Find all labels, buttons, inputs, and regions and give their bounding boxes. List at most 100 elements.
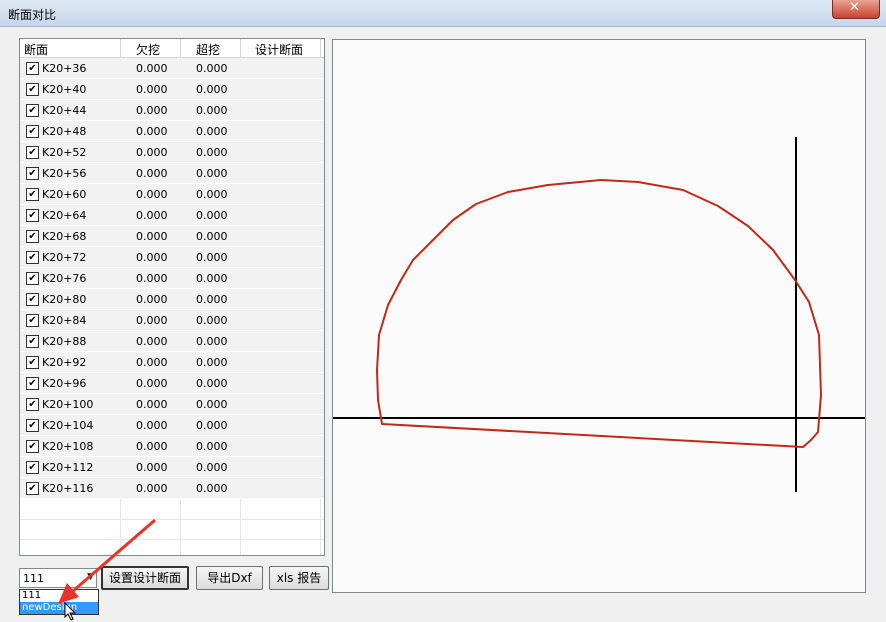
cell-under-value: 0.000 [136, 272, 168, 285]
row-checkbox[interactable]: ✔ [26, 251, 39, 264]
row-checkbox[interactable]: ✔ [26, 461, 39, 474]
chevron-down-icon[interactable]: ▼ [87, 572, 94, 582]
design-select[interactable]: 111 ▼ [19, 568, 97, 588]
window-title: 断面对比 [8, 8, 57, 22]
cell-over-value: 0.000 [196, 188, 228, 201]
row-checkbox[interactable]: ✔ [26, 230, 39, 243]
table-row[interactable]: ✔ K20+76 0.000 0.000 [20, 268, 324, 289]
grid-line [320, 499, 321, 555]
table-row[interactable]: ✔ K20+64 0.000 0.000 [20, 205, 324, 226]
table-row[interactable]: ✔ K20+108 0.000 0.000 [20, 436, 324, 457]
dropdown-option-selected[interactable]: newDesign [20, 602, 98, 614]
row-checkbox[interactable]: ✔ [26, 272, 39, 285]
cell-section-name: K20+92 [42, 356, 87, 369]
cell-under-value: 0.000 [136, 335, 168, 348]
cell-under-value: 0.000 [136, 419, 168, 432]
row-checkbox[interactable]: ✔ [26, 293, 39, 306]
header-divider [120, 39, 121, 57]
cell-over-value: 0.000 [196, 398, 228, 411]
row-checkbox[interactable]: ✔ [26, 209, 39, 222]
table-row[interactable]: ✔ K20+40 0.000 0.000 [20, 79, 324, 100]
row-checkbox[interactable]: ✔ [26, 314, 39, 327]
set-design-section-button[interactable]: 设置设计断面 [101, 566, 189, 590]
table-row[interactable]: ✔ K20+112 0.000 0.000 [20, 457, 324, 478]
cell-under-value: 0.000 [136, 209, 168, 222]
table-row[interactable]: ✔ K20+84 0.000 0.000 [20, 310, 324, 331]
section-table: 断面 欠挖 超挖 设计断面 ✔ K20+36 0.000 0.000 ✔ K20+40 0.… [19, 38, 325, 556]
dialog-client: 断面 欠挖 超挖 设计断面 ✔ K20+36 0.000 0.000 ✔ K20+40 0.… [8, 27, 878, 621]
cell-over-value: 0.000 [196, 104, 228, 117]
table-row[interactable]: ✔ K20+44 0.000 0.000 [20, 100, 324, 121]
cell-under-value: 0.000 [136, 125, 168, 138]
cell-section-name: K20+48 [42, 125, 87, 138]
section-plot-canvas [333, 137, 865, 492]
cell-over-value: 0.000 [196, 251, 228, 264]
row-checkbox[interactable]: ✔ [26, 356, 39, 369]
cell-over-value: 0.000 [196, 440, 228, 453]
grid-line [120, 499, 121, 555]
row-checkbox[interactable]: ✔ [26, 146, 39, 159]
export-dxf-button[interactable]: 导出Dxf [196, 566, 263, 590]
table-header: 断面 欠挖 超挖 设计断面 [20, 39, 324, 58]
row-checkbox[interactable]: ✔ [26, 335, 39, 348]
row-checkbox[interactable]: ✔ [26, 377, 39, 390]
design-select-value: 111 [23, 572, 44, 585]
row-checkbox[interactable]: ✔ [26, 419, 39, 432]
grid-line [20, 519, 324, 520]
cell-section-name: K20+52 [42, 146, 87, 159]
table-row[interactable]: ✔ K20+52 0.000 0.000 [20, 142, 324, 163]
cell-under-value: 0.000 [136, 398, 168, 411]
header-section[interactable]: 断面 [24, 41, 48, 58]
xls-report-button[interactable]: xls 报告 [269, 566, 329, 590]
header-design[interactable]: 设计断面 [255, 41, 303, 58]
dropdown-option[interactable]: 111 [20, 590, 98, 602]
row-checkbox[interactable]: ✔ [26, 440, 39, 453]
header-under[interactable]: 欠挖 [136, 41, 160, 58]
cell-section-name: K20+68 [42, 230, 87, 243]
table-row[interactable]: ✔ K20+80 0.000 0.000 [20, 289, 324, 310]
table-row[interactable]: ✔ K20+96 0.000 0.000 [20, 373, 324, 394]
section-plot[interactable] [332, 39, 866, 593]
table-row[interactable]: ✔ K20+56 0.000 0.000 [20, 163, 324, 184]
row-checkbox[interactable]: ✔ [26, 104, 39, 117]
table-row[interactable]: ✔ K20+92 0.000 0.000 [20, 352, 324, 373]
row-checkbox[interactable]: ✔ [26, 167, 39, 180]
header-divider [240, 39, 241, 57]
close-button[interactable]: ✕ [832, 0, 880, 19]
table-row[interactable]: ✔ K20+36 0.000 0.000 [20, 58, 324, 79]
cell-section-name: K20+80 [42, 293, 87, 306]
row-checkbox[interactable]: ✔ [26, 398, 39, 411]
table-row[interactable]: ✔ K20+104 0.000 0.000 [20, 415, 324, 436]
row-checkbox[interactable]: ✔ [26, 482, 39, 495]
table-row[interactable]: ✔ K20+60 0.000 0.000 [20, 184, 324, 205]
cell-over-value: 0.000 [196, 314, 228, 327]
cell-over-value: 0.000 [196, 125, 228, 138]
cell-section-name: K20+60 [42, 188, 87, 201]
cell-under-value: 0.000 [136, 377, 168, 390]
table-row[interactable]: ✔ K20+100 0.000 0.000 [20, 394, 324, 415]
table-row[interactable]: ✔ K20+72 0.000 0.000 [20, 247, 324, 268]
cell-over-value: 0.000 [196, 356, 228, 369]
table-row[interactable]: ✔ K20+68 0.000 0.000 [20, 226, 324, 247]
cell-under-value: 0.000 [136, 167, 168, 180]
tunnel-profile-curve [376, 179, 822, 448]
cell-under-value: 0.000 [136, 62, 168, 75]
cell-over-value: 0.000 [196, 209, 228, 222]
row-checkbox[interactable]: ✔ [26, 62, 39, 75]
row-checkbox[interactable]: ✔ [26, 125, 39, 138]
cell-section-name: K20+88 [42, 335, 87, 348]
table-row[interactable]: ✔ K20+116 0.000 0.000 [20, 478, 324, 499]
row-checkbox[interactable]: ✔ [26, 83, 39, 96]
cell-section-name: K20+104 [42, 419, 94, 432]
row-checkbox[interactable]: ✔ [26, 188, 39, 201]
cell-under-value: 0.000 [136, 104, 168, 117]
cell-under-value: 0.000 [136, 146, 168, 159]
cell-over-value: 0.000 [196, 272, 228, 285]
design-dropdown-list: 111 newDesign [19, 589, 99, 615]
cell-section-name: K20+76 [42, 272, 87, 285]
table-row[interactable]: ✔ K20+88 0.000 0.000 [20, 331, 324, 352]
header-divider [320, 39, 321, 57]
header-over[interactable]: 超挖 [196, 41, 220, 58]
table-row[interactable]: ✔ K20+48 0.000 0.000 [20, 121, 324, 142]
cell-under-value: 0.000 [136, 230, 168, 243]
